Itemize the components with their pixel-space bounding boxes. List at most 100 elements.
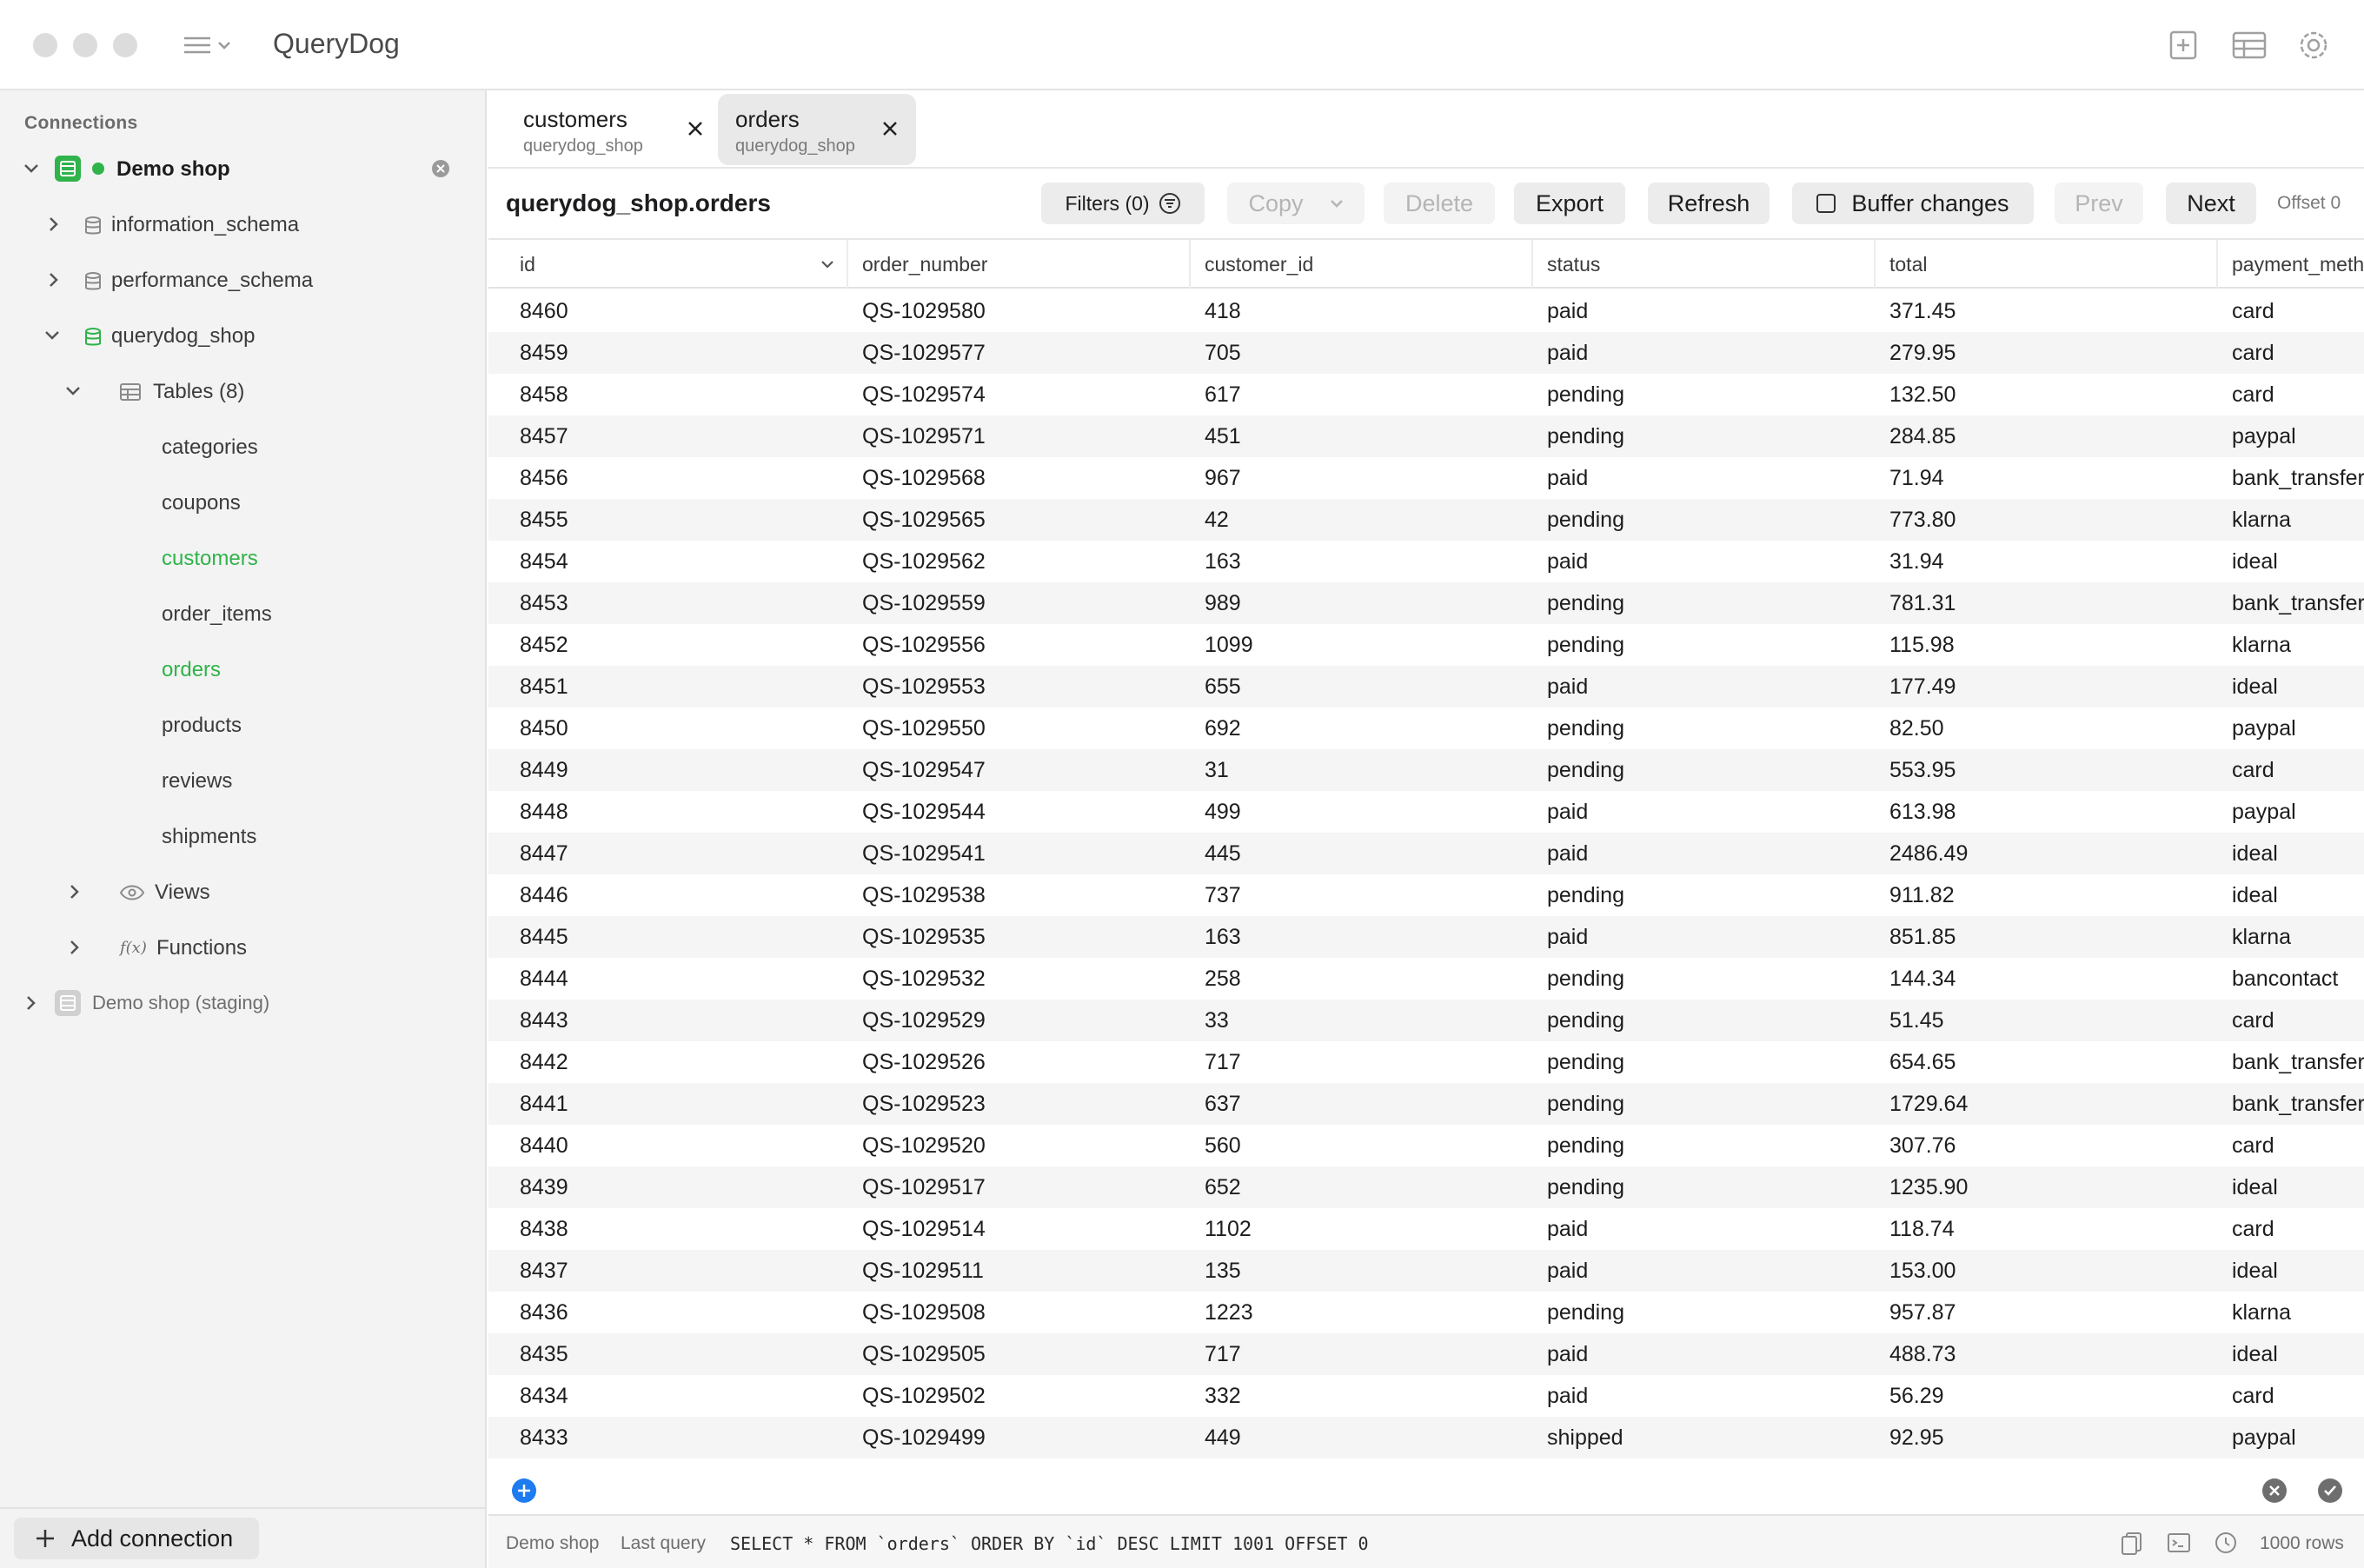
cell-id[interactable]: 8443 xyxy=(488,1000,831,1041)
cell-order-number[interactable]: QS-1029559 xyxy=(831,582,1173,624)
cell-payment-method[interactable]: klarna xyxy=(2201,624,2364,666)
schema-performance-schema[interactable]: performance_schema xyxy=(0,254,485,306)
table-row[interactable]: 8459 QS-1029577 705 paid 279.95 card xyxy=(488,332,2364,374)
settings-gear-icon[interactable] xyxy=(2294,26,2333,64)
cell-status[interactable]: pending xyxy=(1516,1041,1858,1083)
close-icon[interactable] xyxy=(685,118,706,139)
cell-order-number[interactable]: QS-1029517 xyxy=(831,1166,1173,1208)
cell-customer-id[interactable]: 560 xyxy=(1173,1125,1516,1166)
schema-information-schema[interactable]: information_schema xyxy=(0,198,485,250)
sidebar-item-coupons[interactable]: coupons xyxy=(0,476,485,528)
tab-customers[interactable]: customers querydog_shop xyxy=(506,94,711,165)
cell-customer-id[interactable]: 717 xyxy=(1173,1041,1516,1083)
table-row[interactable]: 8443 QS-1029529 33 pending 51.45 card xyxy=(488,1000,2364,1041)
chevron-right-icon[interactable] xyxy=(43,269,64,290)
chevron-down-icon[interactable] xyxy=(42,325,63,346)
cell-total[interactable]: 1729.64 xyxy=(1858,1083,2201,1125)
filters-button[interactable]: Filters (0) xyxy=(1041,183,1205,224)
cell-customer-id[interactable]: 692 xyxy=(1173,708,1516,749)
cell-order-number[interactable]: QS-1029514 xyxy=(831,1208,1173,1250)
cell-id[interactable]: 8435 xyxy=(488,1333,831,1375)
cell-id[interactable]: 8451 xyxy=(488,666,831,708)
cell-id[interactable]: 8444 xyxy=(488,958,831,1000)
cell-customer-id[interactable]: 33 xyxy=(1173,1000,1516,1041)
cell-customer-id[interactable]: 737 xyxy=(1173,874,1516,916)
terminal-icon[interactable] xyxy=(2166,1530,2192,1556)
cell-payment-method[interactable]: ideal xyxy=(2201,833,2364,874)
table-row[interactable]: 8440 QS-1029520 560 pending 307.76 card xyxy=(488,1125,2364,1166)
cell-payment-method[interactable]: klarna xyxy=(2201,916,2364,958)
cell-total[interactable]: 177.49 xyxy=(1858,666,2201,708)
disconnect-icon[interactable] xyxy=(431,159,450,178)
cell-customer-id[interactable]: 717 xyxy=(1173,1333,1516,1375)
table-row[interactable]: 8447 QS-1029541 445 paid 2486.49 ideal xyxy=(488,833,2364,874)
cell-order-number[interactable]: QS-1029526 xyxy=(831,1041,1173,1083)
cell-total[interactable]: 56.29 xyxy=(1858,1375,2201,1417)
cell-customer-id[interactable]: 637 xyxy=(1173,1083,1516,1125)
apply-changes-icon[interactable] xyxy=(2317,1478,2343,1504)
cell-order-number[interactable]: QS-1029580 xyxy=(831,290,1173,332)
cell-total[interactable]: 71.94 xyxy=(1858,457,2201,499)
cell-id[interactable]: 8440 xyxy=(488,1125,831,1166)
table-row[interactable]: 8444 QS-1029532 258 pending 144.34 bancontact xyxy=(488,958,2364,1000)
cell-customer-id[interactable]: 967 xyxy=(1173,457,1516,499)
cell-status[interactable]: shipped xyxy=(1516,1417,1858,1458)
cell-id[interactable]: 8441 xyxy=(488,1083,831,1125)
buffer-changes-toggle[interactable]: Buffer changes xyxy=(1792,183,2034,224)
cell-status[interactable]: paid xyxy=(1516,1208,1858,1250)
cell-status[interactable]: paid xyxy=(1516,916,1858,958)
cell-id[interactable]: 8442 xyxy=(488,1041,831,1083)
table-row[interactable]: 8452 QS-1029556 1099 pending 115.98 klarna xyxy=(488,624,2364,666)
cell-customer-id[interactable]: 445 xyxy=(1173,833,1516,874)
close-icon[interactable] xyxy=(880,118,900,139)
cell-customer-id[interactable]: 652 xyxy=(1173,1166,1516,1208)
cell-status[interactable]: paid xyxy=(1516,541,1858,582)
sidebar-toggle-button[interactable] xyxy=(183,31,240,59)
cell-order-number[interactable]: QS-1029505 xyxy=(831,1333,1173,1375)
cell-status[interactable]: pending xyxy=(1516,874,1858,916)
cell-id[interactable]: 8436 xyxy=(488,1292,831,1333)
cell-total[interactable]: 2486.49 xyxy=(1858,833,2201,874)
cell-customer-id[interactable]: 332 xyxy=(1173,1375,1516,1417)
copy-button[interactable]: Copy xyxy=(1227,183,1365,224)
cell-order-number[interactable]: QS-1029538 xyxy=(831,874,1173,916)
cell-customer-id[interactable]: 163 xyxy=(1173,916,1516,958)
cell-id[interactable]: 8437 xyxy=(488,1250,831,1292)
cell-status[interactable]: paid xyxy=(1516,457,1858,499)
cell-total[interactable]: 773.80 xyxy=(1858,499,2201,541)
table-row[interactable]: 8433 QS-1029499 449 shipped 92.95 paypal xyxy=(488,1417,2364,1458)
table-row[interactable]: 8455 QS-1029565 42 pending 773.80 klarna xyxy=(488,499,2364,541)
last-query-text[interactable]: SELECT * FROM `orders` ORDER BY `id` DES… xyxy=(730,1533,1369,1554)
cell-total[interactable]: 115.98 xyxy=(1858,624,2201,666)
cell-payment-method[interactable]: ideal xyxy=(2201,1250,2364,1292)
cell-customer-id[interactable]: 258 xyxy=(1173,958,1516,1000)
cell-payment-method[interactable]: bancontact xyxy=(2201,958,2364,1000)
cell-payment-method[interactable]: card xyxy=(2201,1375,2364,1417)
cell-order-number[interactable]: QS-1029547 xyxy=(831,749,1173,791)
cell-order-number[interactable]: QS-1029532 xyxy=(831,958,1173,1000)
cell-order-number[interactable]: QS-1029565 xyxy=(831,499,1173,541)
window-close-button[interactable] xyxy=(33,33,57,57)
cell-order-number[interactable]: QS-1029571 xyxy=(831,415,1173,457)
cell-total[interactable]: 781.31 xyxy=(1858,582,2201,624)
cell-status[interactable]: pending xyxy=(1516,708,1858,749)
cell-payment-method[interactable]: bank_transfer xyxy=(2201,1083,2364,1125)
cell-status[interactable]: pending xyxy=(1516,499,1858,541)
chevron-right-icon[interactable] xyxy=(64,937,85,958)
cell-payment-method[interactable]: card xyxy=(2201,290,2364,332)
cell-total[interactable]: 613.98 xyxy=(1858,791,2201,833)
cell-customer-id[interactable]: 31 xyxy=(1173,749,1516,791)
cell-total[interactable]: 307.76 xyxy=(1858,1125,2201,1166)
cell-total[interactable]: 51.45 xyxy=(1858,1000,2201,1041)
cell-payment-method[interactable]: ideal xyxy=(2201,1333,2364,1375)
prev-page-button[interactable]: Prev xyxy=(2055,183,2143,224)
table-row[interactable]: 8457 QS-1029571 451 pending 284.85 paypal xyxy=(488,415,2364,457)
cell-order-number[interactable]: QS-1029511 xyxy=(831,1250,1173,1292)
copy-query-icon[interactable] xyxy=(2119,1530,2145,1556)
column-header-order-number[interactable]: order_number xyxy=(848,240,1191,289)
cell-payment-method[interactable]: ideal xyxy=(2201,874,2364,916)
cell-order-number[interactable]: QS-1029562 xyxy=(831,541,1173,582)
sidebar-item-categories[interactable]: categories xyxy=(0,421,485,473)
window-zoom-button[interactable] xyxy=(113,33,137,57)
cell-customer-id[interactable]: 989 xyxy=(1173,582,1516,624)
